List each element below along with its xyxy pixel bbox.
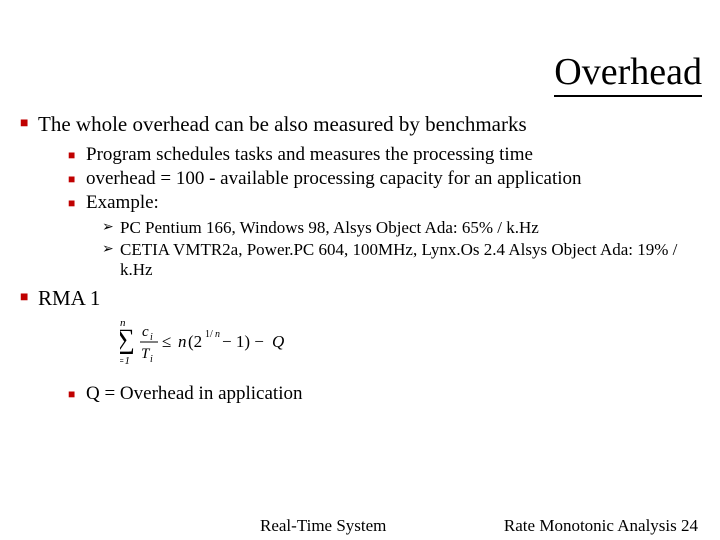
arrow-bullet-icon: ➢ — [102, 240, 120, 260]
bullet-level3: ➢ PC Pentium 166, Windows 98, Alsys Obje… — [102, 218, 702, 238]
svg-text:i: i — [150, 332, 153, 343]
bullet-level2: ■ overhead = 100 - available processing … — [68, 168, 702, 190]
square-bullet-icon: ■ — [20, 112, 38, 136]
square-bullet-icon: ■ — [68, 144, 86, 166]
square-bullet-icon: ■ — [68, 168, 86, 190]
bullet-level1: ■ The whole overhead can be also measure… — [20, 112, 702, 136]
bullet-text: Program schedules tasks and measures the… — [86, 144, 533, 166]
svg-text:(2: (2 — [188, 332, 202, 351]
bullet-text: CETIA VMTR2a, Power.PC 604, 100MHz, Lynx… — [120, 240, 702, 280]
square-bullet-icon: ■ — [20, 286, 38, 310]
svg-text:Q: Q — [272, 332, 284, 351]
slide-title: Overhead — [554, 50, 702, 97]
svg-text:n: n — [178, 332, 187, 351]
bullet-text: Example: — [86, 192, 159, 214]
bullet-text: The whole overhead can be also measured … — [38, 112, 527, 136]
bullet-text: Q = Overhead in application — [86, 383, 302, 405]
arrow-bullet-icon: ➢ — [102, 218, 120, 238]
footer-center-text: Real-Time System — [260, 516, 386, 536]
footer-right-text: Rate Monotonic Analysis 24 — [504, 516, 698, 536]
svg-text:1/: 1/ — [205, 329, 213, 340]
square-bullet-icon: ■ — [68, 192, 86, 214]
rma-formula: n ∑ i=1 c i T i ≤ n (2 1/ n − 1) − Q — [120, 314, 702, 375]
svg-text:− 1) −: − 1) − — [222, 332, 264, 351]
bullet-text: overhead = 100 - available processing ca… — [86, 168, 582, 190]
svg-text:n: n — [215, 329, 220, 340]
svg-text:c: c — [142, 324, 149, 340]
slide-body: ■ The whole overhead can be also measure… — [20, 112, 702, 409]
svg-text:∑: ∑ — [120, 324, 135, 355]
bullet-level1: ■ RMA 1 — [20, 286, 702, 310]
square-bullet-icon: ■ — [68, 383, 86, 405]
bullet-level2: ■ Program schedules tasks and measures t… — [68, 144, 702, 166]
svg-text:i=1: i=1 — [120, 355, 130, 367]
bullet-level2: ■ Q = Overhead in application — [68, 383, 702, 405]
bullet-text: PC Pentium 166, Windows 98, Alsys Object… — [120, 218, 539, 238]
bullet-level2: ■ Example: — [68, 192, 702, 214]
svg-text:≤: ≤ — [162, 332, 171, 351]
bullet-text: RMA 1 — [38, 286, 100, 310]
bullet-level3: ➢ CETIA VMTR2a, Power.PC 604, 100MHz, Ly… — [102, 240, 702, 280]
svg-text:i: i — [150, 354, 153, 365]
